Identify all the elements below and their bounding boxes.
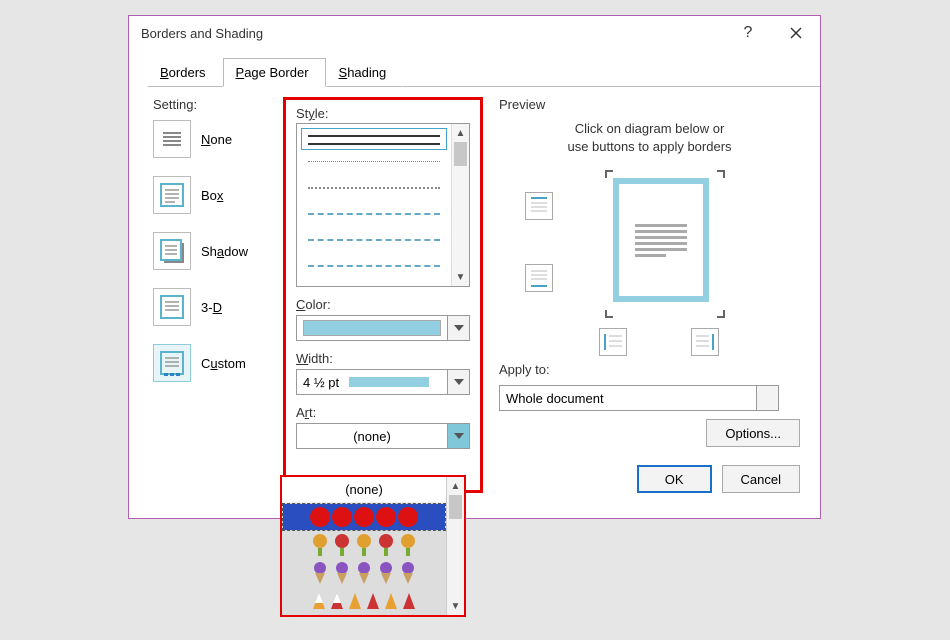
tab-page-border[interactable]: Page Border bbox=[223, 58, 326, 87]
art-dropdown[interactable]: ▲ ▼ (none) bbox=[280, 475, 466, 617]
setting-3d[interactable]: 3-D bbox=[153, 288, 271, 326]
art-value: (none) bbox=[353, 429, 391, 444]
close-button[interactable] bbox=[772, 16, 820, 50]
highlight-box: Style: ▲ ▼ Color: bbox=[283, 97, 483, 493]
setting-shadow-icon bbox=[153, 232, 191, 270]
setting-box-icon bbox=[153, 176, 191, 214]
art-option-apples[interactable] bbox=[282, 503, 446, 531]
preview-stage bbox=[499, 168, 800, 348]
art-combo[interactable]: (none) bbox=[296, 423, 470, 449]
scroll-down-icon[interactable]: ▼ bbox=[452, 268, 469, 286]
crop-mark-br bbox=[715, 308, 725, 318]
setting-box[interactable]: Box bbox=[153, 176, 271, 214]
art-option-candycorn[interactable] bbox=[282, 587, 446, 615]
art-option-none[interactable]: (none) bbox=[282, 477, 446, 503]
art-label: Art: bbox=[296, 405, 470, 420]
width-label: Width: bbox=[296, 351, 470, 366]
border-bottom-button[interactable] bbox=[525, 264, 553, 292]
close-icon bbox=[790, 27, 802, 39]
help-button[interactable]: ? bbox=[724, 16, 772, 50]
preview-column: Preview Click on diagram below oruse but… bbox=[499, 97, 800, 493]
preview-hint: Click on diagram below oruse buttons to … bbox=[499, 120, 800, 156]
width-value: 4 ½ pt bbox=[303, 375, 339, 390]
style-option-dashed-3[interactable] bbox=[301, 258, 447, 280]
applyto-combo[interactable]: Whole document bbox=[499, 385, 779, 411]
tabs: Borders Page Border Shading bbox=[147, 58, 820, 87]
color-combo[interactable] bbox=[296, 315, 470, 341]
border-left-button[interactable] bbox=[599, 328, 627, 356]
border-top-button[interactable] bbox=[525, 192, 553, 220]
setting-custom[interactable]: Custom bbox=[153, 344, 271, 382]
crop-mark-bl bbox=[605, 308, 615, 318]
dialog-title: Borders and Shading bbox=[129, 26, 724, 41]
style-option-dotted-thin[interactable] bbox=[301, 154, 447, 176]
dropdown-caret-icon[interactable] bbox=[756, 386, 778, 410]
setting-3d-label: 3-D bbox=[201, 300, 222, 315]
setting-label: Setting: bbox=[153, 97, 271, 112]
borders-shading-dialog: Borders and Shading ? Borders Page Borde… bbox=[128, 15, 821, 519]
color-label: Color: bbox=[296, 297, 470, 312]
ok-button[interactable]: OK bbox=[637, 465, 712, 493]
dropdown-caret-icon[interactable] bbox=[447, 316, 469, 340]
crop-mark-tr bbox=[715, 170, 725, 180]
style-option-solid[interactable] bbox=[301, 128, 447, 150]
setting-none-label: None bbox=[201, 132, 232, 147]
style-list-inner bbox=[297, 124, 451, 286]
dialog-content: Setting: None Box Shadow bbox=[129, 87, 820, 493]
titlebar: Borders and Shading ? bbox=[129, 16, 820, 50]
setting-custom-icon bbox=[153, 344, 191, 382]
dropdown-caret-icon[interactable] bbox=[447, 370, 469, 394]
width-swatch bbox=[349, 377, 429, 387]
width-combo[interactable]: 4 ½ pt bbox=[296, 369, 470, 395]
border-right-button[interactable] bbox=[691, 328, 719, 356]
setting-none-icon bbox=[153, 120, 191, 158]
tab-borders[interactable]: Borders bbox=[147, 58, 223, 87]
style-listbox[interactable]: ▲ ▼ bbox=[296, 123, 470, 287]
setting-3d-icon bbox=[153, 288, 191, 326]
preview-page[interactable] bbox=[613, 178, 709, 302]
style-option-dotted[interactable] bbox=[301, 180, 447, 202]
art-option-icecream[interactable] bbox=[282, 559, 446, 587]
style-option-dashed-1[interactable] bbox=[301, 206, 447, 228]
setting-none[interactable]: None bbox=[153, 120, 271, 158]
scroll-up-icon[interactable]: ▲ bbox=[452, 124, 469, 142]
style-label: Style: bbox=[296, 106, 470, 121]
art-dropdown-scrollbar[interactable]: ▲ ▼ bbox=[446, 477, 464, 615]
setting-column: Setting: None Box Shadow bbox=[153, 97, 271, 493]
dialog-buttons: OK Cancel bbox=[499, 465, 800, 493]
preview-label: Preview bbox=[499, 97, 800, 112]
applyto-value: Whole document bbox=[500, 391, 756, 406]
options-button[interactable]: Options... bbox=[706, 419, 800, 447]
style-scrollbar[interactable]: ▲ ▼ bbox=[451, 124, 469, 286]
cancel-button[interactable]: Cancel bbox=[722, 465, 800, 493]
scroll-thumb[interactable] bbox=[454, 142, 467, 166]
scroll-up-icon[interactable]: ▲ bbox=[447, 477, 464, 495]
scroll-thumb[interactable] bbox=[449, 495, 462, 519]
style-option-dashed-2[interactable] bbox=[301, 232, 447, 254]
setting-shadow[interactable]: Shadow bbox=[153, 232, 271, 270]
scroll-down-icon[interactable]: ▼ bbox=[447, 597, 464, 615]
applyto-label: Apply to: bbox=[499, 362, 800, 377]
dropdown-caret-icon[interactable] bbox=[447, 424, 469, 448]
setting-custom-label: Custom bbox=[201, 356, 246, 371]
tab-shading[interactable]: Shading bbox=[326, 58, 404, 87]
color-swatch bbox=[303, 320, 441, 336]
setting-shadow-label: Shadow bbox=[201, 244, 248, 259]
art-option-balloons[interactable] bbox=[282, 531, 446, 559]
setting-box-label: Box bbox=[201, 188, 223, 203]
